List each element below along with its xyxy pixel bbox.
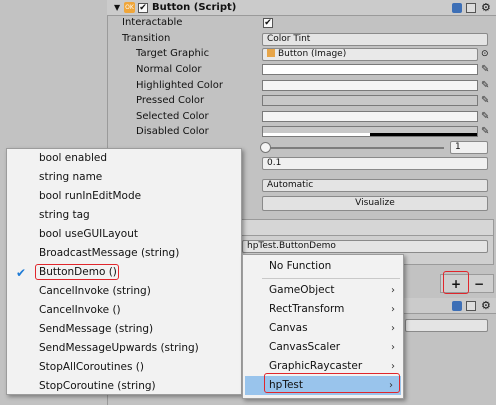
function-menu-item-label: StopCoroutine (string) <box>39 380 156 392</box>
eyedropper-icon[interactable]: ✎ <box>481 64 491 75</box>
preset-icon[interactable] <box>466 3 476 13</box>
submenu-arrow-icon: › <box>391 304 395 315</box>
component-title: Button (Script) <box>152 2 237 13</box>
normal-color-swatch[interactable] <box>262 64 478 75</box>
foldout-arrow-icon[interactable]: ▼ <box>114 1 120 15</box>
transition-dropdown[interactable]: Color Tint <box>262 33 488 46</box>
fade-duration-input[interactable]: 0.1 <box>262 157 488 170</box>
target-graphic-value: Button (Image) <box>278 49 347 59</box>
normal-color-label: Normal Color <box>136 64 202 75</box>
pressed-color-label: Pressed Color <box>136 95 205 106</box>
target-graphic-label: Target Graphic <box>136 48 210 59</box>
component-menu-item-label: No Function <box>269 260 332 272</box>
component-enabled-checkbox[interactable]: ✔ <box>138 3 148 13</box>
transition-label: Transition <box>122 33 171 44</box>
navigation-dropdown[interactable]: Automatic <box>262 179 488 192</box>
function-menu-item-label: StopAllCoroutines () <box>39 361 144 373</box>
component-menu-item-label: GameObject <box>269 284 335 296</box>
fade-duration-value: 0.1 <box>267 158 282 168</box>
component-menu-item[interactable]: CanvasScaler › <box>243 338 403 357</box>
component-menu-item-label: GraphicRaycaster <box>269 360 363 372</box>
transition-value: Color Tint <box>267 34 311 44</box>
visualize-button[interactable]: Visualize <box>262 196 488 211</box>
selected-color-swatch[interactable] <box>262 111 478 122</box>
image-icon <box>267 49 275 57</box>
interactable-label: Interactable <box>122 17 183 28</box>
function-menu-item[interactable]: BroadcastMessage (string) <box>7 244 241 263</box>
object-picker-icon[interactable]: ⊙ <box>481 47 489 61</box>
eyedropper-icon[interactable]: ✎ <box>481 126 491 137</box>
hptest-highlight <box>264 373 400 393</box>
function-menu-item[interactable]: bool enabled <box>7 149 241 168</box>
eyedropper-icon[interactable]: ✎ <box>481 111 491 122</box>
buttondemo-highlight <box>35 264 119 280</box>
checkmark-icon: ✔ <box>16 266 27 280</box>
function-menu-item[interactable]: CancelInvoke () <box>7 301 241 320</box>
disabled-color-swatch[interactable] <box>262 126 478 137</box>
pressed-color-swatch[interactable] <box>262 95 478 106</box>
function-menu-item-label: BroadcastMessage (string) <box>39 247 180 259</box>
help-icon[interactable] <box>452 3 462 13</box>
onclick-header <box>240 219 494 235</box>
settings-gear-icon[interactable]: ⚙ <box>481 1 491 15</box>
function-menu-item[interactable]: bool runInEditMode <box>7 187 241 206</box>
function-menu-item-label: CancelInvoke () <box>39 304 121 316</box>
onclick-method-value: hpTest.ButtonDemo <box>247 241 336 251</box>
function-menu-item[interactable]: StopCoroutine (string) <box>7 377 241 396</box>
function-menu-item-label: string tag <box>39 209 90 221</box>
component-menu-item[interactable]: Canvas › <box>243 319 403 338</box>
interactable-checkbox[interactable]: ✔ <box>263 18 273 28</box>
component-menu-item[interactable]: GameObject › <box>243 281 403 300</box>
highlighted-color-swatch[interactable] <box>262 80 478 91</box>
function-menu-item[interactable]: CancelInvoke (string) <box>7 282 241 301</box>
function-menu-item-label: bool useGUILayout <box>39 228 138 240</box>
settings-gear-icon[interactable]: ⚙ <box>481 299 491 313</box>
component-menu-item[interactable]: RectTransform › <box>243 300 403 319</box>
visualize-label: Visualize <box>355 198 395 208</box>
help-icon[interactable] <box>452 301 462 311</box>
eyedropper-icon[interactable]: ✎ <box>481 80 491 91</box>
function-menu-item-label: SendMessageUpwards (string) <box>39 342 199 354</box>
function-menu-item-label: CancelInvoke (string) <box>39 285 151 297</box>
function-menu-item-label: bool enabled <box>39 152 108 164</box>
function-menu-item[interactable]: string tag <box>7 206 241 225</box>
function-menu-item[interactable]: string name <box>7 168 241 187</box>
submenu-arrow-icon: › <box>391 342 395 353</box>
target-graphic-field[interactable]: Button (Image) <box>262 48 478 61</box>
navigation-value: Automatic <box>267 180 314 190</box>
function-menu-item[interactable]: StopAllCoroutines () <box>7 358 241 377</box>
add-button-highlight <box>443 271 469 294</box>
multiplier-input[interactable]: 1 <box>450 141 488 154</box>
disabled-color-label: Disabled Color <box>136 126 209 137</box>
highlighted-color-label: Highlighted Color <box>136 80 223 91</box>
component-menu-item[interactable]: No Function <box>243 257 403 276</box>
selected-color-label: Selected Color <box>136 111 209 122</box>
alpha-bar <box>263 133 477 136</box>
submenu-arrow-icon: › <box>391 323 395 334</box>
preset-icon[interactable] <box>466 301 476 311</box>
remove-listener-button[interactable]: − <box>474 277 484 291</box>
eyedropper-icon[interactable]: ✎ <box>481 95 491 106</box>
function-menu-item[interactable]: SendMessageUpwards (string) <box>7 339 241 358</box>
onclick-method-dropdown[interactable]: hpTest.ButtonDemo <box>242 240 488 253</box>
multiplier-slider-track[interactable] <box>266 147 444 149</box>
component-menu-item-label: Canvas <box>269 322 308 334</box>
script-icon: OK <box>124 2 135 13</box>
component-menu-item-label: CanvasScaler <box>269 341 341 353</box>
function-menu-item-label: bool runInEditMode <box>39 190 142 202</box>
function-menu-item[interactable]: SendMessage (string) <box>7 320 241 339</box>
submenu-arrow-icon: › <box>391 285 395 296</box>
material-dropdown[interactable] <box>405 319 488 332</box>
right-menu-separator <box>262 278 400 279</box>
multiplier-value: 1 <box>455 142 461 152</box>
function-menu-item[interactable]: bool useGUILayout <box>7 225 241 244</box>
component-menu-item-label: RectTransform <box>269 303 345 315</box>
function-menu-item-label: SendMessage (string) <box>39 323 154 335</box>
multiplier-slider-handle[interactable] <box>260 142 271 153</box>
function-menu-item-label: string name <box>39 171 103 183</box>
